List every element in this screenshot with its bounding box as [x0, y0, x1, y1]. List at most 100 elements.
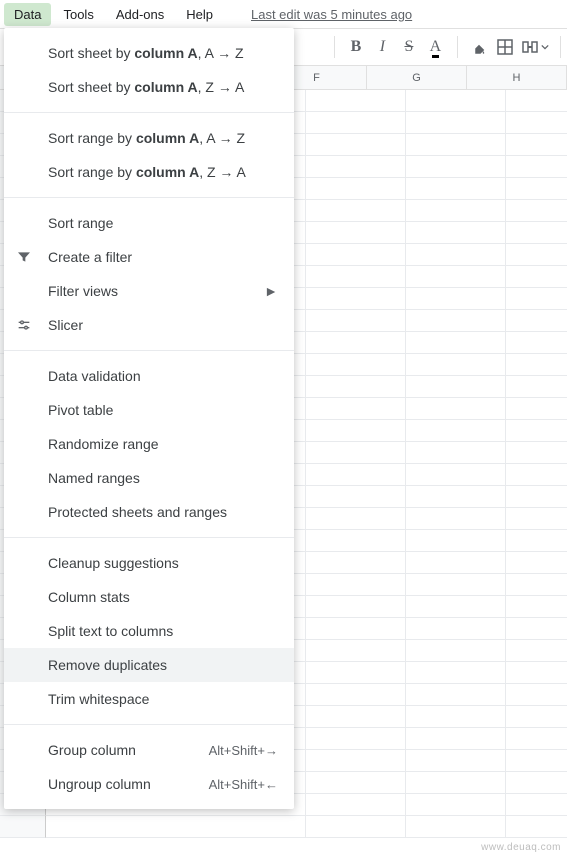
cell[interactable] — [406, 618, 506, 640]
menu-data[interactable]: Data — [4, 3, 51, 26]
cell[interactable] — [406, 266, 506, 288]
cell[interactable] — [406, 596, 506, 618]
cell[interactable] — [306, 508, 406, 530]
cell[interactable] — [306, 310, 406, 332]
cell[interactable] — [506, 794, 567, 816]
cell[interactable] — [506, 596, 567, 618]
menu-filter-views[interactable]: Filter views► — [4, 274, 294, 308]
cell[interactable] — [506, 288, 567, 310]
cell[interactable] — [406, 750, 506, 772]
cell[interactable] — [306, 706, 406, 728]
cell[interactable] — [506, 464, 567, 486]
menu-slicer[interactable]: Slicer — [4, 308, 294, 342]
cell[interactable] — [506, 442, 567, 464]
cell[interactable] — [306, 354, 406, 376]
menu-sort-range-az[interactable]: Sort range by column A, A → Z — [4, 121, 294, 155]
cell[interactable] — [506, 420, 567, 442]
cell[interactable] — [406, 772, 506, 794]
cell[interactable] — [406, 816, 506, 838]
cell[interactable] — [506, 728, 567, 750]
cell[interactable] — [306, 156, 406, 178]
cell[interactable] — [406, 552, 506, 574]
cell[interactable] — [306, 684, 406, 706]
cell[interactable] — [306, 574, 406, 596]
cell[interactable] — [406, 420, 506, 442]
cell[interactable] — [406, 640, 506, 662]
last-edit-link[interactable]: Last edit was 5 minutes ago — [245, 3, 418, 26]
cell[interactable] — [306, 222, 406, 244]
cell[interactable] — [506, 706, 567, 728]
merge-cells-button[interactable] — [520, 32, 550, 62]
cell[interactable] — [506, 816, 567, 838]
cell[interactable] — [406, 574, 506, 596]
cell[interactable] — [306, 200, 406, 222]
cell[interactable] — [406, 508, 506, 530]
italic-button[interactable]: I — [371, 32, 393, 62]
cell[interactable] — [506, 662, 567, 684]
menu-pivot-table[interactable]: Pivot table — [4, 393, 294, 427]
menu-named-ranges[interactable]: Named ranges — [4, 461, 294, 495]
cell[interactable] — [306, 288, 406, 310]
cell[interactable] — [406, 288, 506, 310]
menu-sort-sheet-za[interactable]: Sort sheet by column A, Z → A — [4, 70, 294, 104]
menu-sort-range[interactable]: Sort range — [4, 206, 294, 240]
cell[interactable] — [406, 200, 506, 222]
cell[interactable] — [506, 222, 567, 244]
cell[interactable] — [506, 134, 567, 156]
cell[interactable] — [306, 464, 406, 486]
text-color-button[interactable]: A — [424, 32, 446, 62]
cell[interactable] — [506, 772, 567, 794]
cell[interactable] — [306, 816, 406, 838]
cell[interactable] — [406, 684, 506, 706]
cell[interactable] — [306, 398, 406, 420]
cell[interactable] — [506, 266, 567, 288]
cell[interactable] — [406, 332, 506, 354]
borders-button[interactable] — [494, 32, 516, 62]
cell[interactable] — [306, 178, 406, 200]
menu-protected-sheets[interactable]: Protected sheets and ranges — [4, 495, 294, 529]
cell[interactable] — [406, 178, 506, 200]
cell[interactable] — [406, 662, 506, 684]
cell[interactable] — [306, 266, 406, 288]
cell[interactable] — [506, 640, 567, 662]
menu-addons[interactable]: Add-ons — [106, 3, 174, 26]
cell[interactable] — [306, 772, 406, 794]
cell[interactable] — [406, 244, 506, 266]
menu-column-stats[interactable]: Column stats — [4, 580, 294, 614]
cell[interactable] — [506, 244, 567, 266]
menu-cleanup-suggestions[interactable]: Cleanup suggestions — [4, 546, 294, 580]
cell[interactable] — [306, 662, 406, 684]
cell[interactable] — [406, 376, 506, 398]
cell[interactable] — [406, 530, 506, 552]
menu-sort-sheet-az[interactable]: Sort sheet by column A, A → Z — [4, 36, 294, 70]
cell[interactable] — [506, 486, 567, 508]
menu-split-text[interactable]: Split text to columns — [4, 614, 294, 648]
cell[interactable] — [506, 376, 567, 398]
cell[interactable] — [506, 618, 567, 640]
cell[interactable] — [406, 706, 506, 728]
cell[interactable] — [406, 156, 506, 178]
cell[interactable] — [506, 552, 567, 574]
cell[interactable] — [306, 90, 406, 112]
cell[interactable] — [306, 750, 406, 772]
cell[interactable] — [406, 442, 506, 464]
cell[interactable] — [306, 552, 406, 574]
bold-button[interactable]: B — [345, 32, 367, 62]
cell[interactable] — [506, 574, 567, 596]
menu-ungroup-column[interactable]: Ungroup columnAlt+Shift+← — [4, 767, 294, 801]
cell[interactable] — [306, 486, 406, 508]
cell[interactable] — [406, 464, 506, 486]
cell[interactable] — [306, 332, 406, 354]
cell[interactable] — [506, 310, 567, 332]
cell[interactable] — [506, 90, 567, 112]
cell[interactable] — [506, 684, 567, 706]
cell[interactable] — [406, 398, 506, 420]
cell[interactable] — [306, 596, 406, 618]
cell[interactable] — [406, 222, 506, 244]
cell[interactable] — [506, 508, 567, 530]
cell[interactable] — [306, 530, 406, 552]
cell[interactable] — [406, 90, 506, 112]
cell[interactable] — [506, 156, 567, 178]
cell[interactable] — [306, 728, 406, 750]
cell[interactable] — [406, 310, 506, 332]
